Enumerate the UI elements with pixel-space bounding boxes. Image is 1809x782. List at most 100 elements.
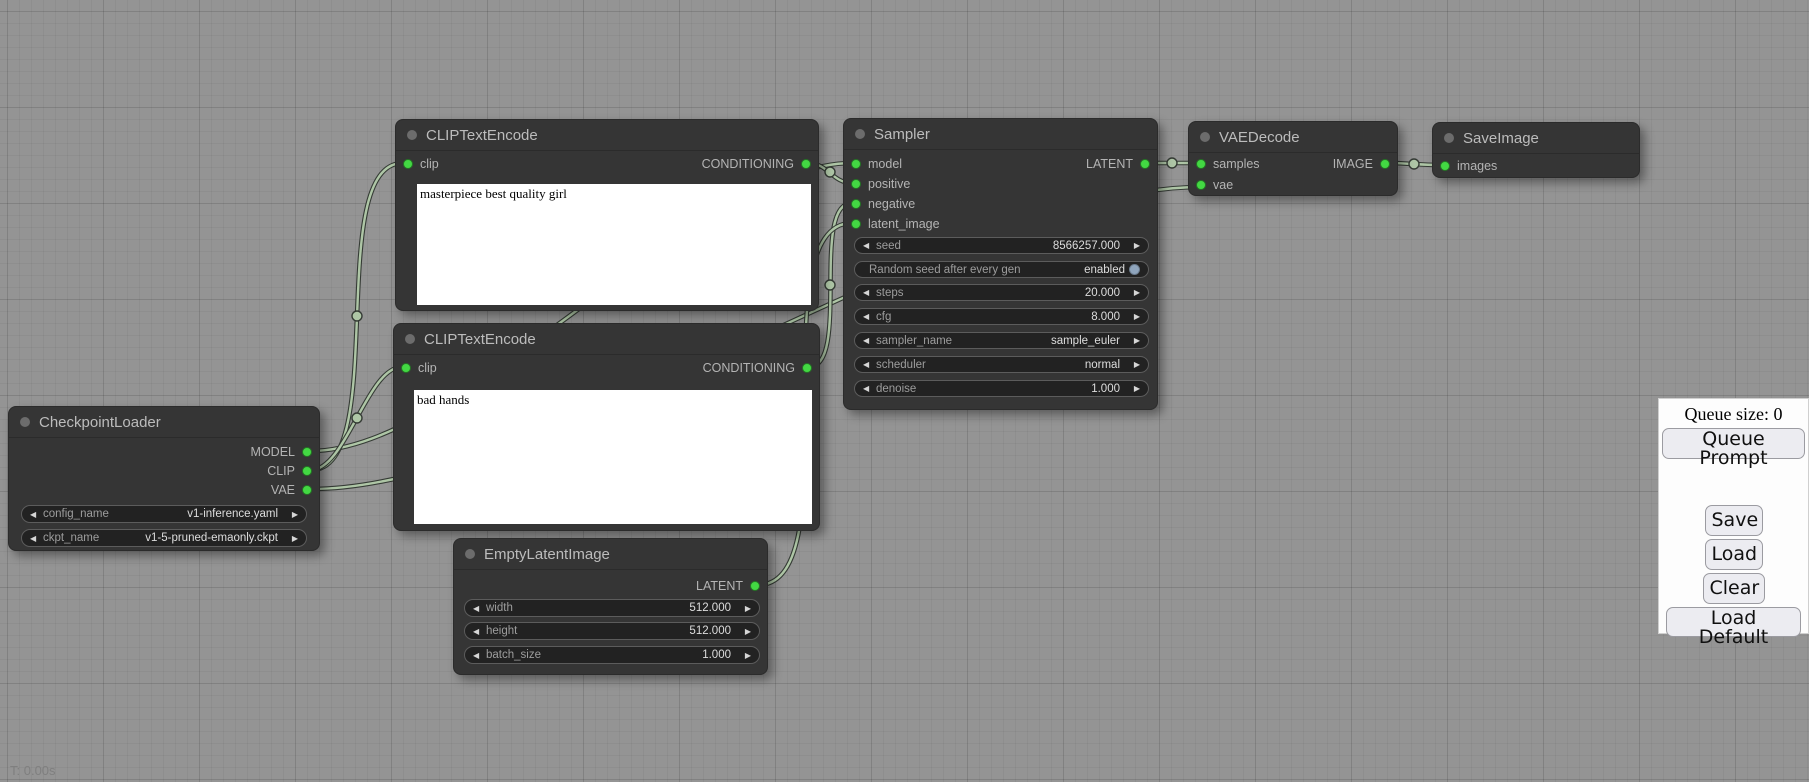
decrement-arrow-icon[interactable]: ◀ <box>863 336 876 345</box>
widget-width[interactable]: ◀ width 512.000 ▶ <box>464 599 760 617</box>
widget-cfg[interactable]: ◀ cfg 8.000 ▶ <box>854 308 1149 325</box>
output-slot-dot[interactable] <box>302 466 312 476</box>
node-save-image[interactable]: SaveImage images <box>1432 122 1640 178</box>
collapse-dot-icon[interactable] <box>1200 132 1210 142</box>
widget-scheduler[interactable]: ◀ scheduler normal ▶ <box>854 356 1149 373</box>
node-header[interactable]: Sampler <box>844 119 1157 150</box>
output-slot-dot[interactable] <box>302 485 312 495</box>
node-header[interactable]: SaveImage <box>1433 123 1639 154</box>
increment-arrow-icon[interactable]: ▶ <box>1127 360 1140 369</box>
input-slot-dot[interactable] <box>1440 161 1450 171</box>
input-slot-dot[interactable] <box>401 363 411 373</box>
node-clip-text-encode-positive[interactable]: CLIPTextEncode clip CONDITIONING masterp… <box>395 119 819 311</box>
widget-value: 1.000 <box>916 383 1127 395</box>
increment-arrow-icon[interactable]: ▶ <box>285 510 298 519</box>
widget-denoise[interactable]: ◀ denoise 1.000 ▶ <box>854 380 1149 397</box>
collapse-dot-icon[interactable] <box>407 130 417 140</box>
node-sampler[interactable]: Sampler model LATENT positive negative l… <box>843 118 1158 410</box>
widget-name: sampler_name <box>876 335 952 347</box>
increment-arrow-icon[interactable]: ▶ <box>738 651 751 660</box>
increment-arrow-icon[interactable]: ▶ <box>1127 241 1140 250</box>
increment-arrow-icon[interactable]: ▶ <box>1127 336 1140 345</box>
output-slot-dot[interactable] <box>802 363 812 373</box>
output-slot-dot[interactable] <box>1380 159 1390 169</box>
save-button[interactable]: Save <box>1705 505 1763 536</box>
node-header[interactable]: CLIPTextEncode <box>394 324 819 355</box>
widget-seed[interactable]: ◀ seed 8566257.000 ▶ <box>854 237 1149 254</box>
load-default-button[interactable]: Load Default <box>1666 607 1801 637</box>
collapse-dot-icon[interactable] <box>1444 133 1454 143</box>
node-title: CLIPTextEncode <box>424 331 536 348</box>
node-title: CheckpointLoader <box>39 414 161 431</box>
collapse-dot-icon[interactable] <box>855 129 865 139</box>
input-slot-label: model <box>868 157 902 171</box>
decrement-arrow-icon[interactable]: ◀ <box>863 384 876 393</box>
widget-value: v1-inference.yaml <box>109 508 285 520</box>
increment-arrow-icon[interactable]: ▶ <box>1127 288 1140 297</box>
queue-prompt-button[interactable]: Queue Prompt <box>1662 428 1805 459</box>
graph-canvas[interactable]: T: 0.00s CheckpointLoader MODEL CLIP VAE… <box>0 0 1809 782</box>
input-slot-dot[interactable] <box>851 219 861 229</box>
output-slot-dot[interactable] <box>302 447 312 457</box>
prompt-textarea[interactable]: masterpiece best quality girl <box>417 184 811 305</box>
collapse-dot-icon[interactable] <box>465 549 475 559</box>
output-slot-dot[interactable] <box>801 159 811 169</box>
node-header[interactable]: VAEDecode <box>1189 122 1397 153</box>
clear-button[interactable]: Clear <box>1703 573 1765 604</box>
input-slot-dot[interactable] <box>403 159 413 169</box>
widget-value: 512.000 <box>517 625 738 637</box>
decrement-arrow-icon[interactable]: ◀ <box>863 312 876 321</box>
input-slot-dot[interactable] <box>1196 180 1206 190</box>
output-slot-label: LATENT <box>696 579 743 593</box>
output-slot-dot[interactable] <box>1140 159 1150 169</box>
widget-steps[interactable]: ◀ steps 20.000 ▶ <box>854 284 1149 301</box>
widget-name: steps <box>876 287 904 299</box>
load-button[interactable]: Load <box>1705 539 1763 570</box>
widget-value: v1-5-pruned-emaonly.ckpt <box>99 532 285 544</box>
decrement-arrow-icon[interactable]: ◀ <box>863 360 876 369</box>
widget-name: denoise <box>876 383 916 395</box>
increment-arrow-icon[interactable]: ▶ <box>738 627 751 636</box>
input-slot-dot[interactable] <box>851 199 861 209</box>
collapse-dot-icon[interactable] <box>405 334 415 344</box>
toggle-knob-icon[interactable] <box>1129 264 1140 275</box>
decrement-arrow-icon[interactable]: ◀ <box>863 288 876 297</box>
collapse-dot-icon[interactable] <box>20 417 30 427</box>
widget-sampler-name[interactable]: ◀ sampler_name sample_euler ▶ <box>854 332 1149 349</box>
widget-height[interactable]: ◀ height 512.000 ▶ <box>464 622 760 640</box>
widget-name: seed <box>876 240 901 252</box>
prompt-textarea[interactable]: bad hands <box>414 390 812 524</box>
widget-name: ckpt_name <box>43 532 99 544</box>
node-header[interactable]: CLIPTextEncode <box>396 120 818 151</box>
decrement-arrow-icon[interactable]: ◀ <box>473 604 486 613</box>
input-slot-dot[interactable] <box>851 179 861 189</box>
increment-arrow-icon[interactable]: ▶ <box>1127 384 1140 393</box>
input-slot-dot[interactable] <box>851 159 861 169</box>
node-checkpoint-loader[interactable]: CheckpointLoader MODEL CLIP VAE ◀ config… <box>8 406 320 551</box>
widget-name: config_name <box>43 508 109 520</box>
decrement-arrow-icon[interactable]: ◀ <box>30 510 43 519</box>
decrement-arrow-icon[interactable]: ◀ <box>863 241 876 250</box>
decrement-arrow-icon[interactable]: ◀ <box>473 651 486 660</box>
widget-value: 20.000 <box>904 287 1128 299</box>
node-empty-latent-image[interactable]: EmptyLatentImage LATENT ◀ width 512.000 … <box>453 538 768 675</box>
input-slot-label: samples <box>1213 157 1260 171</box>
node-clip-text-encode-negative[interactable]: CLIPTextEncode clip CONDITIONING bad han… <box>393 323 820 531</box>
widget-value: normal <box>926 359 1127 371</box>
widget-random-seed-toggle[interactable]: Random seed after every gen enabled <box>854 261 1149 278</box>
node-vae-decode[interactable]: VAEDecode samples IMAGE vae <box>1188 121 1398 196</box>
output-slot-dot[interactable] <box>750 581 760 591</box>
link-midpoint-dot <box>1409 159 1419 169</box>
increment-arrow-icon[interactable]: ▶ <box>738 604 751 613</box>
widget-value: enabled <box>1021 264 1125 276</box>
widget-config-name[interactable]: ◀ config_name v1-inference.yaml ▶ <box>21 505 307 523</box>
increment-arrow-icon[interactable]: ▶ <box>1127 312 1140 321</box>
decrement-arrow-icon[interactable]: ◀ <box>30 534 43 543</box>
widget-batch-size[interactable]: ◀ batch_size 1.000 ▶ <box>464 646 760 664</box>
node-header[interactable]: EmptyLatentImage <box>454 539 767 570</box>
node-header[interactable]: CheckpointLoader <box>9 407 319 438</box>
widget-ckpt-name[interactable]: ◀ ckpt_name v1-5-pruned-emaonly.ckpt ▶ <box>21 529 307 547</box>
input-slot-dot[interactable] <box>1196 159 1206 169</box>
increment-arrow-icon[interactable]: ▶ <box>285 534 298 543</box>
decrement-arrow-icon[interactable]: ◀ <box>473 627 486 636</box>
